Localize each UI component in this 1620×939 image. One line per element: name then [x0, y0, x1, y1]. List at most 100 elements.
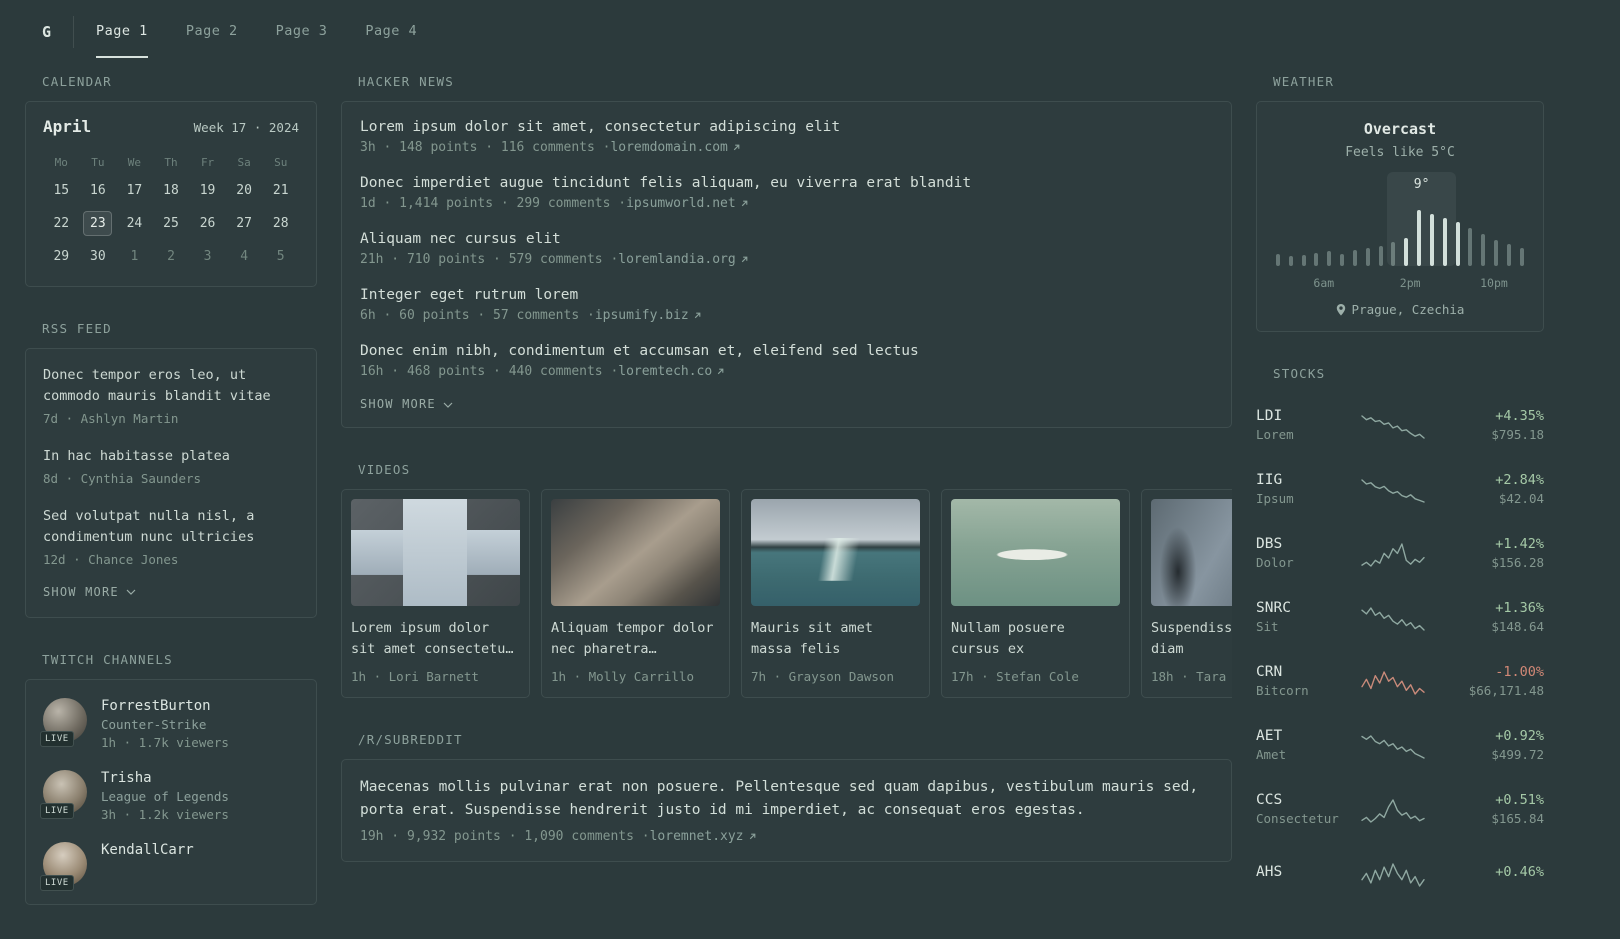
stock-row[interactable]: SNRC Sit +1.36% $148.64: [1256, 585, 1544, 649]
calendar-day[interactable]: 5: [262, 243, 299, 269]
hn-item-domain[interactable]: loremlandia.org: [618, 252, 748, 267]
video-card[interactable]: Lorem ipsum dolor sit amet consectetu… 1h…: [341, 489, 530, 698]
calendar-day-selected[interactable]: 23: [83, 210, 113, 236]
twitch-channel-row[interactable]: LIVE ForrestBurton Counter-Strike 1h · 1.7k…: [40, 697, 299, 750]
video-meta: 17h · Stefan Cole: [951, 668, 1079, 684]
video-card[interactable]: Nullam posuere cursus ex 17h · Stefan Col…: [941, 489, 1130, 698]
calendar-day[interactable]: 27: [226, 210, 263, 236]
hn-item-meta: 3h · 148 points · 116 comments · loremdo…: [360, 140, 1213, 155]
calendar-day[interactable]: 3: [189, 243, 226, 269]
stock-row[interactable]: CCS Consectetur +0.51% $165.84: [1256, 777, 1544, 841]
stock-name: Bitcorn: [1256, 683, 1309, 698]
video-title[interactable]: Nullam posuere cursus ex: [951, 618, 1120, 660]
calendar-day[interactable]: 17: [116, 177, 153, 203]
stock-ticker: AET: [1256, 728, 1283, 744]
stock-ticker: DBS: [1256, 536, 1283, 552]
hn-item-domain[interactable]: loremtech.co: [618, 364, 725, 379]
stock-change: +2.84%: [1495, 472, 1544, 488]
calendar-day[interactable]: 24: [116, 210, 153, 236]
calendar-widget: CALENDAR April Week 17 · 2024 Mo Tu We Th Fr…: [25, 74, 317, 287]
calendar-day[interactable]: 25: [153, 210, 190, 236]
stock-name: Lorem: [1256, 427, 1294, 442]
tab-page-1[interactable]: Page 1: [96, 6, 148, 58]
stock-spark-cell: [1348, 858, 1438, 888]
tab-page-3[interactable]: Page 3: [276, 6, 328, 58]
stock-id: AET Amet: [1256, 728, 1348, 762]
rss-widget: RSS FEED Donec tempor eros leo, ut commo…: [25, 321, 317, 618]
hn-item-domain[interactable]: ipsumify.biz: [595, 308, 702, 323]
stock-row[interactable]: AHS +0.46%: [1256, 841, 1544, 905]
tab-page-4[interactable]: Page 4: [365, 6, 417, 58]
hn-item-domain[interactable]: ipsumworld.net: [626, 196, 749, 211]
weather-bar: [1468, 228, 1473, 266]
stock-change: +1.42%: [1495, 536, 1544, 552]
hn-item-title[interactable]: Aliquam nec cursus elit: [360, 231, 1213, 247]
dashboard-grid: CALENDAR April Week 17 · 2024 Mo Tu We Th Fr…: [0, 58, 1620, 939]
video-card[interactable]: Mauris sit amet massa felis 7h · Grayson …: [741, 489, 930, 698]
calendar-day[interactable]: 28: [262, 210, 299, 236]
calendar-day[interactable]: 15: [43, 177, 80, 203]
hn-item-title[interactable]: Donec imperdiet augue tincidunt felis al…: [360, 175, 1213, 191]
rss-item-title[interactable]: In hac habitasse platea: [43, 446, 299, 467]
calendar-day[interactable]: 30: [80, 243, 117, 269]
calendar-day[interactable]: 26: [189, 210, 226, 236]
stock-row[interactable]: AET Amet +0.92% $499.72: [1256, 713, 1544, 777]
hn-item: Integer eget rutrum lorem 6h · 60 points …: [360, 287, 1213, 323]
weather-bar: [1276, 254, 1280, 266]
weather-bar: [1352, 250, 1357, 266]
video-card[interactable]: Suspendisse vitae diam 18h · Tara: [1141, 489, 1232, 698]
external-link-icon: [694, 312, 701, 319]
middle-column: HACKER NEWS Lorem ipsum dolor sit amet, …: [341, 74, 1232, 896]
twitch-channel-row[interactable]: LIVE KendallCarr: [40, 841, 299, 891]
stock-row[interactable]: DBS Dolor +1.42% $156.28: [1256, 521, 1544, 585]
calendar-day[interactable]: 29: [43, 243, 80, 269]
calendar-day[interactable]: 18: [153, 177, 190, 203]
weather-location-row[interactable]: Prague, Czechia: [1273, 302, 1527, 317]
twitch-channel-name[interactable]: Trisha: [101, 770, 229, 786]
twitch-channel-name[interactable]: KendallCarr: [101, 842, 194, 858]
twitch-channel-row[interactable]: LIVE Trisha League of Legends 3h · 1.2k vie…: [40, 769, 299, 822]
tab-page-2[interactable]: Page 2: [186, 6, 238, 58]
rss-item-title[interactable]: Donec tempor eros leo, ut commodo mauris…: [43, 365, 299, 407]
hn-item-domain[interactable]: loremdomain.com: [610, 140, 740, 155]
calendar-day[interactable]: 2: [153, 243, 190, 269]
rss-item-title[interactable]: Sed volutpat nulla nisl, a condimentum n…: [43, 506, 299, 548]
video-title[interactable]: Aliquam tempor dolor nec pharetra…: [551, 618, 720, 660]
weather-axis-label: 10pm: [1480, 276, 1508, 290]
calendar-day[interactable]: 21: [262, 177, 299, 203]
hn-show-more-button[interactable]: SHOW MORE: [360, 397, 1213, 411]
hn-item-stats: 6h · 60 points · 57 comments ·: [360, 308, 595, 323]
hn-item-stats: 3h · 148 points · 116 comments ·: [360, 140, 611, 155]
hacker-news-widget-title: HACKER NEWS: [358, 74, 454, 89]
subreddit-post-title[interactable]: Maecenas mollis pulvinar erat non posuer…: [360, 776, 1213, 822]
calendar-day[interactable]: 1: [116, 243, 153, 269]
calendar-day[interactable]: 22: [43, 210, 80, 236]
subreddit-post-domain[interactable]: loremnet.xyz: [650, 829, 757, 844]
stock-change: +1.36%: [1495, 600, 1544, 616]
hn-item-title[interactable]: Lorem ipsum dolor sit amet, consectetur …: [360, 119, 1213, 135]
twitch-channel-name[interactable]: ForrestBurton: [101, 698, 229, 714]
hn-item-title[interactable]: Donec enim nibh, condimentum et accumsan…: [360, 343, 1213, 359]
calendar-day[interactable]: 19: [189, 177, 226, 203]
rss-show-more-button[interactable]: SHOW MORE: [43, 585, 299, 599]
calendar-day[interactable]: 16: [80, 177, 117, 203]
stock-row[interactable]: IIG Ipsum +2.84% $42.04: [1256, 457, 1544, 521]
calendar-dow-label: Mo: [54, 156, 68, 169]
stock-id: DBS Dolor: [1256, 536, 1348, 570]
video-title[interactable]: Mauris sit amet massa felis: [751, 618, 920, 660]
calendar-day[interactable]: 20: [226, 177, 263, 203]
calendar-week-info: Week 17 · 2024: [193, 120, 299, 135]
stock-row[interactable]: CRN Bitcorn -1.00% $66,171.48: [1256, 649, 1544, 713]
calendar-day[interactable]: 4: [226, 243, 263, 269]
weather-bar: [1378, 246, 1383, 266]
subreddit-post-meta: 19h · 9,932 points · 1,090 comments · lo…: [360, 829, 1213, 844]
weather-bar: [1288, 256, 1293, 266]
video-card[interactable]: Aliquam tempor dolor nec pharetra… 1h · M…: [541, 489, 730, 698]
twitch-avatar-wrap: LIVE: [40, 769, 87, 819]
hn-item-title[interactable]: Integer eget rutrum lorem: [360, 287, 1213, 303]
app-logo[interactable]: G: [28, 6, 73, 58]
weather-bar: [1340, 254, 1345, 266]
video-title[interactable]: Lorem ipsum dolor sit amet consectetu…: [351, 618, 520, 660]
stock-row[interactable]: LDI Lorem +4.35% $795.18: [1256, 393, 1544, 457]
video-title[interactable]: Suspendisse vitae diam: [1151, 618, 1232, 660]
